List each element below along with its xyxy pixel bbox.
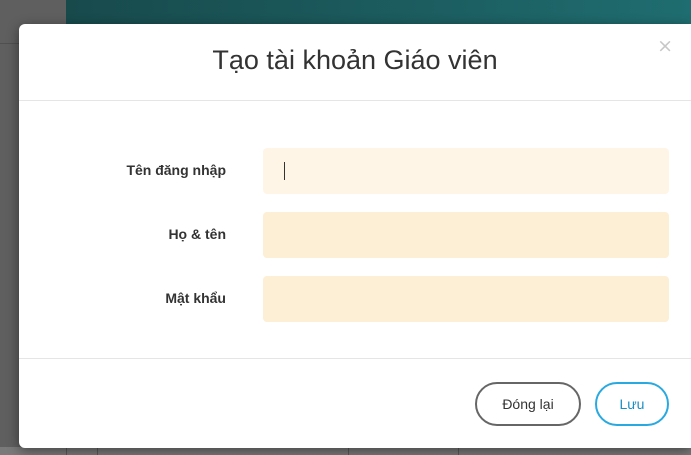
close-icon[interactable]: × [657, 37, 673, 56]
text-caret [284, 162, 285, 180]
password-input[interactable] [263, 276, 669, 322]
modal-body: Tên đăng nhập Họ & tên Mật khẩu [19, 101, 691, 358]
modal-header: Tạo tài khoản Giáo viên × [19, 24, 691, 101]
backdrop-column-divider [66, 447, 67, 455]
fullname-label: Họ & tên [168, 226, 226, 242]
backdrop-column-divider [348, 447, 349, 455]
create-teacher-modal: Tạo tài khoản Giáo viên × Tên đăng nhập … [19, 24, 691, 448]
username-label: Tên đăng nhập [126, 162, 226, 178]
modal-footer: Đóng lại Lưu [19, 358, 691, 448]
backdrop-table-strip [0, 447, 691, 455]
save-button[interactable]: Lưu [595, 382, 669, 426]
username-input[interactable] [263, 148, 669, 194]
close-button[interactable]: Đóng lại [475, 382, 581, 426]
modal-title: Tạo tài khoản Giáo viên [212, 45, 498, 75]
backdrop-divider [0, 43, 20, 44]
password-label: Mật khẩu [165, 290, 226, 306]
form-row-fullname: Họ & tên [19, 212, 691, 260]
form-row-username: Tên đăng nhập [19, 148, 691, 196]
backdrop-column-divider [97, 447, 98, 455]
fullname-input[interactable] [263, 212, 669, 258]
form-row-password: Mật khẩu [19, 276, 691, 324]
backdrop-column-divider [458, 447, 459, 455]
